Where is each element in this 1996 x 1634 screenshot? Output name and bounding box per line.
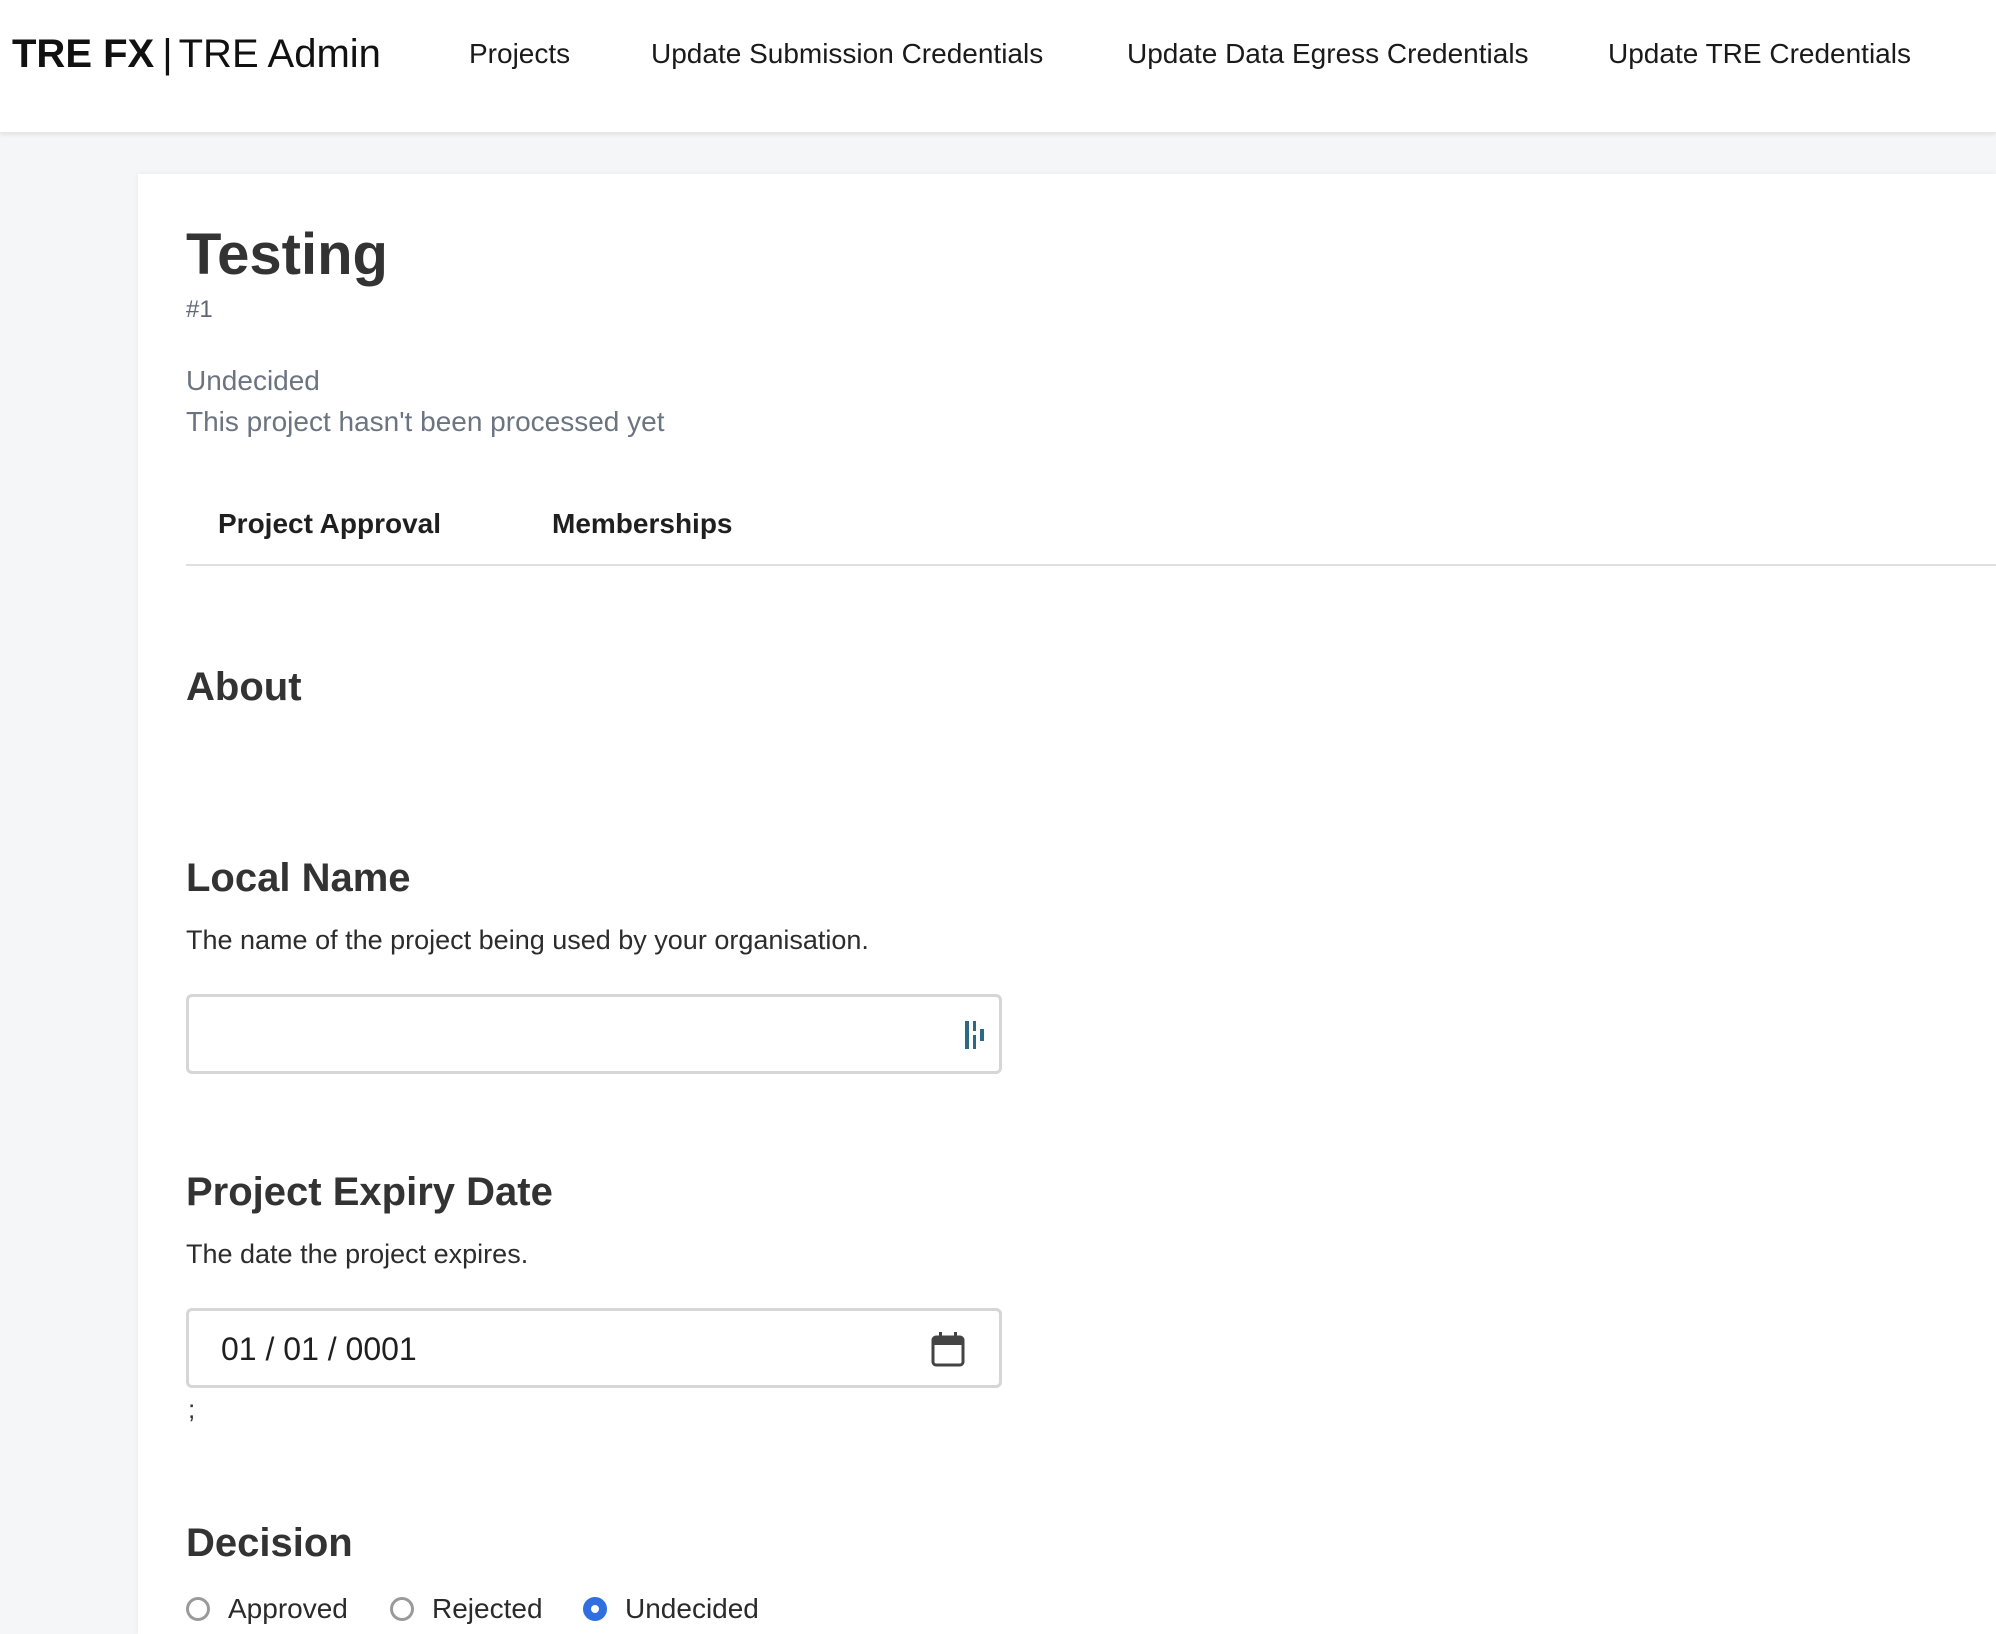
nav-tre-credentials-link[interactable]: Update TRE Credentials bbox=[1608, 36, 1911, 72]
decision-heading: Decision bbox=[186, 1521, 353, 1565]
expiry-date-field[interactable]: 01 / 01 / 0001 bbox=[186, 1308, 1002, 1388]
radio-button[interactable] bbox=[583, 1597, 607, 1621]
local-name-heading: Local Name bbox=[186, 856, 411, 900]
radio-label: Approved bbox=[228, 1593, 348, 1624]
expiry-date-heading: Project Expiry Date bbox=[186, 1170, 553, 1214]
radio-button[interactable] bbox=[186, 1597, 210, 1621]
local-name-description: The name of the project being used by yo… bbox=[186, 925, 869, 955]
status-description: This project hasn't been processed yet bbox=[186, 406, 665, 437]
nav-projects-link[interactable]: Projects bbox=[469, 36, 570, 72]
radio-button[interactable] bbox=[390, 1597, 414, 1621]
tab-memberships[interactable]: Memberships bbox=[552, 508, 733, 540]
nav-egress-credentials-link[interactable]: Update Data Egress Credentials bbox=[1127, 36, 1529, 72]
top-navbar: TRE FX | TRE Admin Projects Update Submiss… bbox=[0, 0, 1996, 133]
project-id: #1 bbox=[186, 296, 213, 323]
password-manager-icon[interactable] bbox=[963, 1019, 989, 1051]
expiry-date-value: 01 / 01 / 0001 bbox=[221, 1331, 417, 1367]
tab-project-approval[interactable]: Project Approval bbox=[218, 508, 441, 540]
project-card: Testing #1 Undecided This project hasn't… bbox=[138, 174, 1996, 1634]
radio-label: Rejected bbox=[432, 1593, 543, 1624]
local-name-field[interactable] bbox=[186, 994, 1002, 1074]
brand-separator: | bbox=[162, 32, 173, 76]
project-tabs: Project Approval Memberships bbox=[186, 490, 1996, 566]
page-title: Testing bbox=[186, 222, 388, 287]
brand-name: TRE FX bbox=[12, 32, 155, 76]
brand[interactable]: TRE FX | TRE Admin bbox=[12, 30, 381, 78]
radio-label: Undecided bbox=[625, 1593, 759, 1624]
calendar-icon[interactable] bbox=[931, 1331, 965, 1367]
expiry-date-description: The date the project expires. bbox=[186, 1239, 529, 1269]
about-heading: About bbox=[186, 665, 302, 709]
brand-subtitle: TRE Admin bbox=[178, 32, 381, 76]
trailing-semicolon: ; bbox=[188, 1394, 196, 1424]
nav-submission-credentials-link[interactable]: Update Submission Credentials bbox=[651, 36, 1043, 72]
status-label: Undecided bbox=[186, 365, 320, 396]
